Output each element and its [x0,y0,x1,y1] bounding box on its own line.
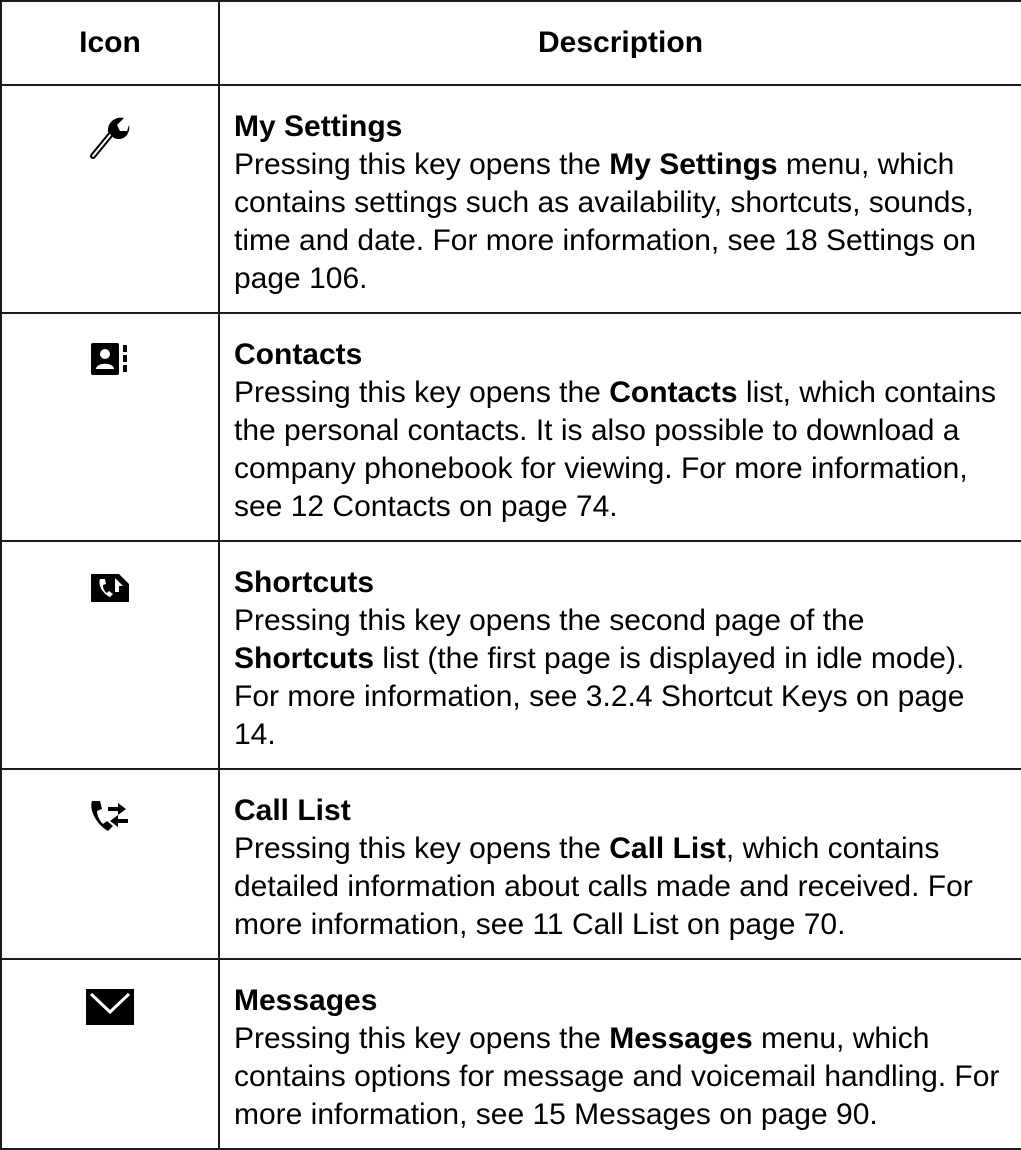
wrench-icon [89,117,131,164]
item-title: Messages [234,984,378,1017]
shortcut-phone-icon [89,574,131,610]
icon-description-table: Icon Description My Settings Pressing th… [0,0,1021,1150]
item-title: My Settings [234,110,403,143]
item-title: Shortcuts [234,566,375,599]
header-row: Icon Description [0,0,1021,86]
item-title: Call List [234,794,351,827]
description-cell: Shortcuts Pressing this key opens the se… [218,540,1021,770]
table-row: Shortcuts Pressing this key opens the se… [0,540,1021,770]
header-description: Description [218,0,1021,86]
header-icon: Icon [0,0,220,86]
contacts-book-icon [90,343,130,380]
item-description: Pressing this key opens the Contacts lis… [234,376,997,523]
icon-cell [0,768,220,960]
table-row: Contacts Pressing this key opens the Con… [0,312,1021,542]
item-description: Pressing this key opens the Messages men… [234,1022,1000,1131]
table-row: Call List Pressing this key opens the Ca… [0,768,1021,960]
description-cell: Messages Pressing this key opens the Mes… [218,958,1021,1150]
icon-cell [0,958,220,1150]
icon-cell [0,540,220,770]
description-cell: My Settings Pressing this key opens the … [218,84,1021,314]
item-description: Pressing this key opens the My Settings … [234,148,977,295]
key-table: Icon Description My Settings Pressing th… [0,0,1021,1150]
envelope-icon [85,989,135,1030]
call-list-icon [88,801,132,838]
icon-cell [0,312,220,542]
item-description: Pressing this key opens the second page … [234,604,965,751]
table-row: Messages Pressing this key opens the Mes… [0,958,1021,1150]
table-row: My Settings Pressing this key opens the … [0,84,1021,314]
item-title: Contacts [234,338,363,371]
description-cell: Contacts Pressing this key opens the Con… [218,312,1021,542]
icon-cell [0,84,220,314]
description-cell: Call List Pressing this key opens the Ca… [218,768,1021,960]
item-description: Pressing this key opens the Call List, w… [234,832,973,941]
